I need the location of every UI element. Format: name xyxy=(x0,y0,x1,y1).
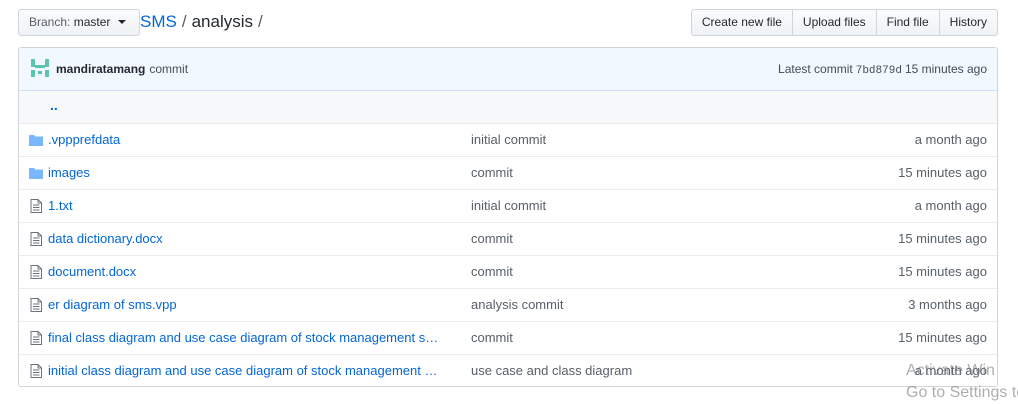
breadcrumb-separator: / xyxy=(181,12,187,31)
commit-age: 15 minutes ago xyxy=(898,165,987,180)
file-name-link[interactable]: final class diagram and use case diagram… xyxy=(48,330,456,345)
breadcrumb-current-folder: analysis xyxy=(191,12,253,31)
file-row: 1.txt initial commit a month ago xyxy=(19,190,997,223)
commit-message[interactable]: commit xyxy=(149,62,188,76)
latest-commit-bar: mandiratamang commit Latest commit 7bd879d… xyxy=(19,48,997,91)
file-name-link[interactable]: data dictionary.docx xyxy=(48,231,456,246)
commit-message-link[interactable]: use case and class diagram xyxy=(471,363,632,378)
file-icon xyxy=(29,199,43,213)
file-row: data dictionary.docx commit 15 minutes ago xyxy=(19,223,997,256)
commit-age: 15 minutes ago xyxy=(898,330,987,345)
file-row: final class diagram and use case diagram… xyxy=(19,322,997,355)
commit-message-link[interactable]: commit xyxy=(471,330,513,345)
activation-watermark: Activate Win Go to Settings to xyxy=(906,360,1018,404)
branch-name: master xyxy=(73,15,111,29)
file-name-link[interactable]: images xyxy=(48,165,456,180)
file-icon xyxy=(29,265,43,279)
file-name-link[interactable]: .vppprefdata xyxy=(48,132,456,147)
file-name-link[interactable]: initial class diagram and use case diagr… xyxy=(48,363,456,378)
commit-age: a month ago xyxy=(914,132,987,147)
breadcrumb-separator: / xyxy=(258,12,263,31)
commit-age: 15 minutes ago xyxy=(898,264,987,279)
folder-icon xyxy=(29,133,43,147)
file-row: images commit 15 minutes ago xyxy=(19,157,997,190)
file-row: initial class diagram and use case diagr… xyxy=(19,355,997,386)
commit-age: 3 months ago xyxy=(908,297,987,312)
repo-toolbar: Branch: master SMS / analysis / Create new … xyxy=(18,9,998,36)
file-icon xyxy=(29,331,43,345)
commit-message-link[interactable]: initial commit xyxy=(471,198,546,213)
file-list: .vppprefdata initial commit a month ago ima… xyxy=(19,124,997,386)
file-icon xyxy=(29,232,43,246)
commit-message-link[interactable]: initial commit xyxy=(471,132,546,147)
file-name-link[interactable]: er diagram of sms.vpp xyxy=(48,297,456,312)
find-file-button[interactable]: Find file xyxy=(875,9,940,36)
commit-age: a month ago xyxy=(914,198,987,213)
branch-select-button[interactable]: Branch: master xyxy=(18,9,140,36)
file-name-link[interactable]: document.docx xyxy=(48,264,456,279)
create-new-file-button[interactable]: Create new file xyxy=(690,9,793,36)
history-button[interactable]: History xyxy=(938,9,998,36)
watermark-line-2: Go to Settings to xyxy=(906,384,1018,401)
commit-message-link[interactable]: analysis commit xyxy=(471,297,563,312)
breadcrumb-repo-link[interactable]: SMS xyxy=(140,12,177,31)
file-row: document.docx commit 15 minutes ago xyxy=(19,256,997,289)
avatar[interactable] xyxy=(31,59,49,77)
caret-down-icon xyxy=(117,20,126,24)
commit-age: 15 minutes ago xyxy=(898,231,987,246)
parent-directory-row: .. xyxy=(19,91,997,124)
file-row: er diagram of sms.vpp analysis commit 3 mo… xyxy=(19,289,997,322)
upload-files-button[interactable]: Upload files xyxy=(791,9,877,36)
commit-sha-link[interactable]: 7bd879d xyxy=(856,65,902,77)
folder-icon xyxy=(29,166,43,180)
commit-message-link[interactable]: commit xyxy=(471,231,513,246)
commit-author[interactable]: mandiratamang commit xyxy=(56,62,188,76)
parent-directory-link[interactable]: .. xyxy=(50,97,58,113)
file-name-link[interactable]: 1.txt xyxy=(48,198,456,213)
file-browser: mandiratamang commit Latest commit 7bd879d… xyxy=(18,47,998,387)
file-icon xyxy=(29,298,43,312)
latest-commit-age: 15 minutes ago xyxy=(904,62,987,76)
branch-prefix: Branch: xyxy=(29,15,71,29)
file-row: .vppprefdata initial commit a month ago xyxy=(19,124,997,157)
latest-commit-label: Latest commit xyxy=(778,62,853,76)
file-actions-group: Create new file Upload files Find file H… xyxy=(690,9,998,36)
commit-message-link[interactable]: commit xyxy=(471,165,513,180)
author-name[interactable]: mandiratamang xyxy=(56,62,145,76)
latest-commit-info: Latest commit 7bd879d 15 minutes ago xyxy=(778,62,987,77)
file-icon xyxy=(29,364,43,378)
watermark-line-1: Activate Win xyxy=(906,362,995,379)
commit-message-link[interactable]: commit xyxy=(471,264,513,279)
breadcrumb: SMS / analysis / xyxy=(140,11,268,33)
